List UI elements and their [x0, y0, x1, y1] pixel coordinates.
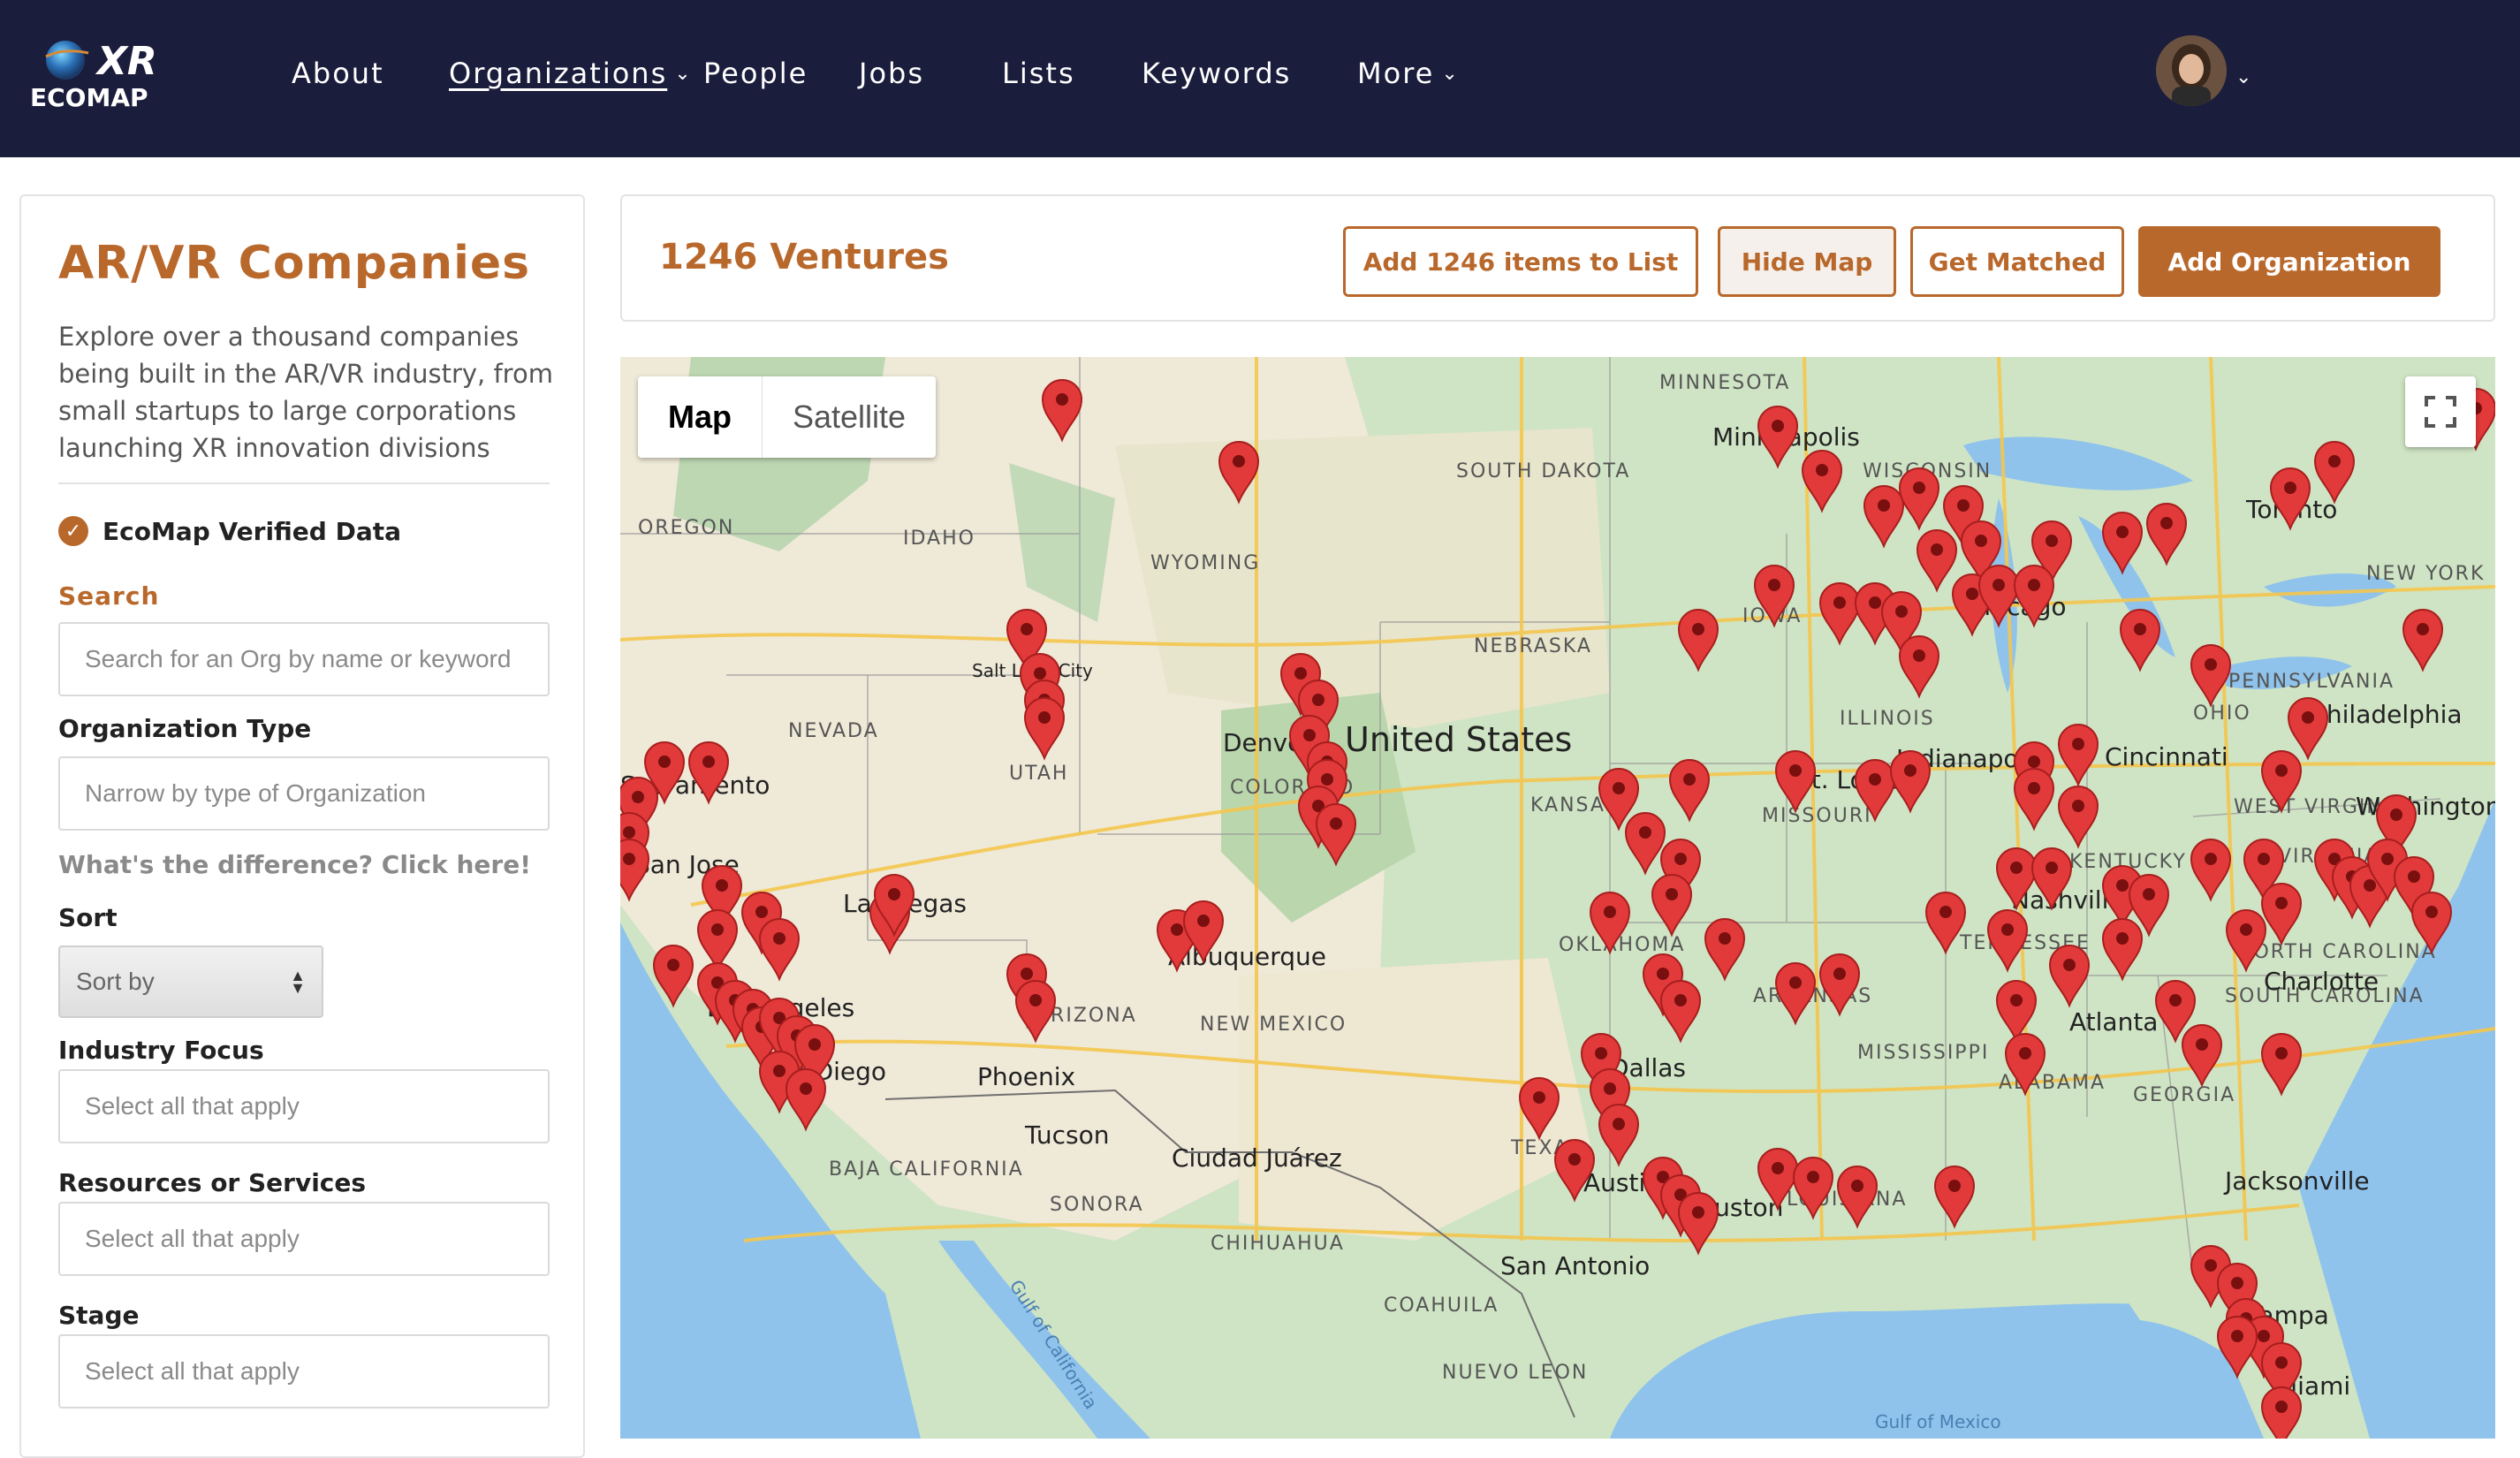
map-region-label: NEW MEXICO: [1200, 1014, 1347, 1036]
map-region-label: OHIO: [2193, 702, 2251, 725]
map-region-label: MISSOURI: [1762, 805, 1872, 827]
nav-lists[interactable]: Lists: [1002, 57, 1075, 90]
map-city-label: Tucson: [1024, 1120, 1109, 1150]
map-region-label: COAHUILA: [1384, 1295, 1499, 1317]
resources-label: Resources or Services: [58, 1168, 367, 1197]
nav-jobs[interactable]: Jobs: [859, 57, 924, 90]
map-city-label: Jacksonville: [2223, 1166, 2370, 1196]
ventures-map[interactable]: OREGON IDAHO WYOMING SOUTH DAKOTA NEBRAS…: [620, 357, 2495, 1439]
map-city-label: Ciudad Juárez: [1172, 1143, 1342, 1173]
map-region-label: IDAHO: [903, 528, 975, 550]
add-to-list-button[interactable]: Add 1246 items to List: [1343, 226, 1698, 297]
hide-map-button[interactable]: Hide Map: [1718, 226, 1896, 297]
check-circle-icon: ✓: [58, 516, 88, 546]
user-avatar[interactable]: [2156, 35, 2227, 106]
nav-about[interactable]: About: [292, 57, 384, 90]
fullscreen-button[interactable]: [2405, 376, 2476, 447]
map-region-label: OKLAHOMA: [1559, 934, 1685, 956]
map-region-label: CHIHUAHUA: [1211, 1233, 1345, 1255]
filter-sidebar: AR/VR Companies Explore over a thousand …: [19, 194, 585, 1458]
industry-label: Industry Focus: [58, 1036, 264, 1065]
map-region-label: NEBRASKA: [1474, 635, 1592, 657]
map-city-label: Phoenix: [977, 1062, 1075, 1091]
map-region-label: PENNSYLVANIA: [2228, 671, 2395, 693]
stage-select[interactable]: [58, 1334, 550, 1409]
chevron-down-icon: ⌄: [1441, 63, 1460, 85]
search-label: Search: [58, 581, 160, 611]
map-view-button[interactable]: Map: [638, 376, 762, 458]
verified-label: EcoMap Verified Data: [102, 516, 401, 546]
map-city-label: Atlanta: [2069, 1007, 2158, 1037]
map-type-toggle: Map Satellite: [638, 376, 937, 458]
org-type-label: Organization Type: [58, 714, 312, 743]
map-region-label: NEVADA: [788, 720, 879, 742]
xr-ecomap-logo[interactable]: XR ECOMAP: [19, 32, 205, 111]
fullscreen-icon: [2425, 396, 2456, 428]
map-city-label: Philadelphia: [2311, 700, 2463, 729]
map-region-label: NUEVO LEON: [1442, 1362, 1588, 1384]
stage-label: Stage: [58, 1301, 140, 1330]
nav-people[interactable]: People: [703, 57, 808, 90]
get-matched-button[interactable]: Get Matched: [1910, 226, 2124, 297]
map-region-label: OREGON: [638, 517, 734, 539]
updown-arrows-icon: ▲ ▼: [290, 967, 306, 997]
nav-more-label: More: [1357, 57, 1435, 90]
map-region-label: SOUTH DAKOTA: [1456, 460, 1630, 482]
org-type-select[interactable]: [58, 756, 550, 831]
sort-value: Sort by: [76, 968, 155, 995]
chevron-down-icon: ⌄: [674, 63, 693, 85]
globe-icon: [46, 41, 85, 80]
country-label: United States: [1345, 720, 1572, 759]
results-header: 1246 Ventures Add 1246 items to List Hid…: [620, 194, 2495, 322]
page-description: Explore over a thousand companies being …: [58, 322, 553, 463]
avatar-image: [2156, 35, 2227, 106]
difference-link[interactable]: What's the difference? Click here!: [58, 850, 531, 879]
map-region-label: GEORGIA: [2133, 1084, 2235, 1106]
map-region-label: UTAH: [1009, 763, 1068, 785]
venture-count: 1246 Ventures: [659, 237, 949, 277]
resources-select[interactable]: [58, 1202, 550, 1276]
map-region-label: WYOMING: [1150, 552, 1260, 574]
map-canvas[interactable]: OREGON IDAHO WYOMING SOUTH DAKOTA NEBRAS…: [620, 357, 2495, 1439]
map-city-label: Cincinnati: [2105, 742, 2228, 771]
nav-organizations[interactable]: Organizations ⌄: [449, 57, 693, 90]
top-navbar: XR ECOMAP About Organizations ⌄ People Jo…: [0, 0, 2520, 157]
map-region-label: SONORA: [1050, 1194, 1144, 1216]
map-region-label: NEW YORK: [2366, 563, 2485, 585]
search-input[interactable]: [58, 622, 550, 696]
divider: [58, 482, 550, 484]
map-water-label: Gulf of Mexico: [1875, 1411, 2001, 1432]
industry-select[interactable]: [58, 1069, 550, 1143]
satellite-view-button[interactable]: Satellite: [762, 376, 936, 458]
chevron-down-icon[interactable]: ⌄: [2235, 65, 2251, 88]
map-city-label: San Antonio: [1500, 1251, 1650, 1280]
svg-text:ECOMAP: ECOMAP: [30, 83, 148, 111]
nav-organizations-label: Organizations: [449, 57, 668, 90]
nav-keywords[interactable]: Keywords: [1142, 57, 1291, 90]
svg-text:XR: XR: [95, 39, 157, 84]
verified-badge: ✓ EcoMap Verified Data: [58, 516, 401, 546]
map-region-label: MISSISSIPPI: [1857, 1042, 1989, 1064]
map-region-label: BAJA CALIFORNIA: [829, 1158, 1024, 1181]
nav-more[interactable]: More ⌄: [1357, 57, 1460, 90]
page-title: AR/VR Companies: [58, 237, 531, 290]
map-city-label: Charlotte: [2264, 967, 2379, 996]
sort-select[interactable]: Sort by ▲ ▼: [58, 945, 323, 1018]
map-region-label: MINNESOTA: [1659, 372, 1790, 394]
sort-label: Sort: [58, 903, 118, 932]
map-region-label: ILLINOIS: [1840, 708, 1935, 730]
add-organization-button[interactable]: Add Organization: [2138, 226, 2440, 297]
map-region-label: NORTH CAROLINA: [2237, 941, 2437, 963]
